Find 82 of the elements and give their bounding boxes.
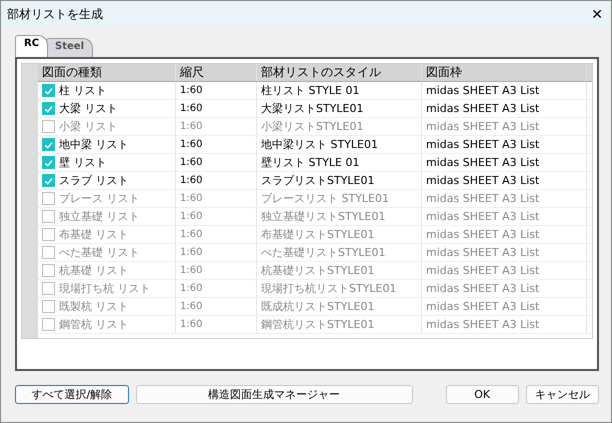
checkbox[interactable]: [42, 102, 55, 115]
checkbox[interactable]: [42, 156, 55, 169]
table-cell: midas SHEET A3 List: [426, 300, 540, 313]
table-cell: 独立基礎リストSTYLE01: [261, 209, 386, 224]
table-cell: ブレースリスト STYLE01: [261, 191, 389, 206]
table-cell: 布基礎リストSTYLE01: [261, 227, 374, 242]
table-cell: 既製杭 リスト: [59, 299, 128, 314]
checkbox[interactable]: [42, 138, 55, 151]
table-cell: 小梁 リスト: [59, 119, 118, 134]
button[interactable]: すべて選択/解除: [15, 385, 129, 404]
table-cell: midas SHEET A3 List: [426, 120, 540, 133]
table-cell: ブレース リスト: [59, 191, 140, 206]
table-cell: べた基礎リストSTYLE01: [261, 245, 386, 260]
table-cell: 地中梁リスト STYLE01: [261, 137, 378, 152]
column-header: 図面枠: [422, 64, 587, 81]
table-cell: 1:60: [180, 175, 202, 186]
checkbox[interactable]: [42, 282, 55, 295]
table-cell: midas SHEET A3 List: [426, 84, 540, 97]
table-cell: 鋼管杭 リスト: [59, 317, 128, 332]
table-cell: 布基礎 リスト: [59, 227, 128, 242]
tab[interactable]: RC: [15, 35, 48, 57]
checkbox[interactable]: [42, 318, 55, 331]
checkbox[interactable]: [42, 174, 55, 187]
table-cell: 現場打ち杭 リスト: [59, 281, 150, 296]
window-title: 部材リストを生成: [7, 6, 103, 23]
table-cell: 現場打ち杭リストSTYLE01: [261, 281, 396, 296]
table-cell: 1:60: [180, 247, 202, 258]
checkbox[interactable]: [42, 228, 55, 241]
column-header: 図面の種類: [38, 64, 176, 81]
table-cell: 1:60: [180, 229, 202, 240]
table-cell: スラブリストSTYLE01: [261, 173, 374, 188]
table-cell: 独立基礎 リスト: [59, 209, 140, 224]
table-cell: 大梁 リスト: [59, 101, 118, 116]
table-cell: 壁リスト STYLE 01: [261, 155, 360, 170]
table-cell: 柱 リスト: [59, 83, 106, 98]
close-button[interactable]: ✕: [591, 6, 603, 22]
button[interactable]: OK: [446, 385, 519, 404]
table-cell: 地中梁 リスト: [59, 137, 128, 152]
button[interactable]: キャンセル: [526, 385, 599, 404]
table-cell: midas SHEET A3 List: [426, 282, 540, 295]
table-cell: 小梁リストSTYLE01: [261, 119, 364, 134]
checkbox[interactable]: [42, 246, 55, 259]
checkbox[interactable]: [42, 210, 55, 223]
table-cell: 柱リスト STYLE 01: [261, 83, 360, 98]
table-cell: べた基礎 リスト: [59, 245, 140, 260]
table-cell: 杭基礎リストSTYLE01: [261, 263, 374, 278]
table-cell: 1:60: [180, 139, 202, 150]
table-cell: 壁 リスト: [59, 155, 106, 170]
table-cell: スラブ リスト: [59, 173, 128, 188]
checkbox[interactable]: [42, 192, 55, 205]
table-cell: midas SHEET A3 List: [426, 228, 540, 241]
table-cell: 鋼管杭リストSTYLE01: [261, 317, 374, 332]
table-cell: 1:60: [180, 193, 202, 204]
table-cell: 1:60: [180, 283, 202, 294]
table-cell: 1:60: [180, 85, 202, 96]
table-cell: midas SHEET A3 List: [426, 156, 540, 169]
checkbox[interactable]: [42, 84, 55, 97]
table-cell: midas SHEET A3 List: [426, 102, 540, 115]
table-cell: 杭基礎 リスト: [59, 263, 128, 278]
table-cell: 1:60: [180, 103, 202, 114]
column-header: 部材リストのスタイル: [257, 64, 422, 81]
table-cell: 1:60: [180, 319, 202, 330]
table-cell: midas SHEET A3 List: [426, 138, 540, 151]
table-cell: midas SHEET A3 List: [426, 210, 540, 223]
checkbox[interactable]: [42, 120, 55, 133]
checkbox[interactable]: [42, 300, 55, 313]
checkbox[interactable]: [42, 264, 55, 277]
table-cell: midas SHEET A3 List: [426, 174, 540, 187]
column-header: 縮尺: [176, 64, 257, 81]
table-cell: 1:60: [180, 211, 202, 222]
table-cell: midas SHEET A3 List: [426, 192, 540, 205]
table-cell: midas SHEET A3 List: [426, 318, 540, 331]
tab[interactable]: Steel: [46, 38, 94, 57]
table-cell: 1:60: [180, 265, 202, 276]
table-cell: 1:60: [180, 121, 202, 132]
table-cell: 1:60: [180, 301, 202, 312]
table-cell: 1:60: [180, 157, 202, 168]
table-cell: 既成杭リストSTYLE01: [261, 299, 374, 314]
table-cell: midas SHEET A3 List: [426, 264, 540, 277]
table-cell: midas SHEET A3 List: [426, 246, 540, 259]
table-cell: 大梁リストSTYLE01: [261, 101, 364, 116]
button[interactable]: 構造図面生成マネージャー: [136, 385, 413, 404]
